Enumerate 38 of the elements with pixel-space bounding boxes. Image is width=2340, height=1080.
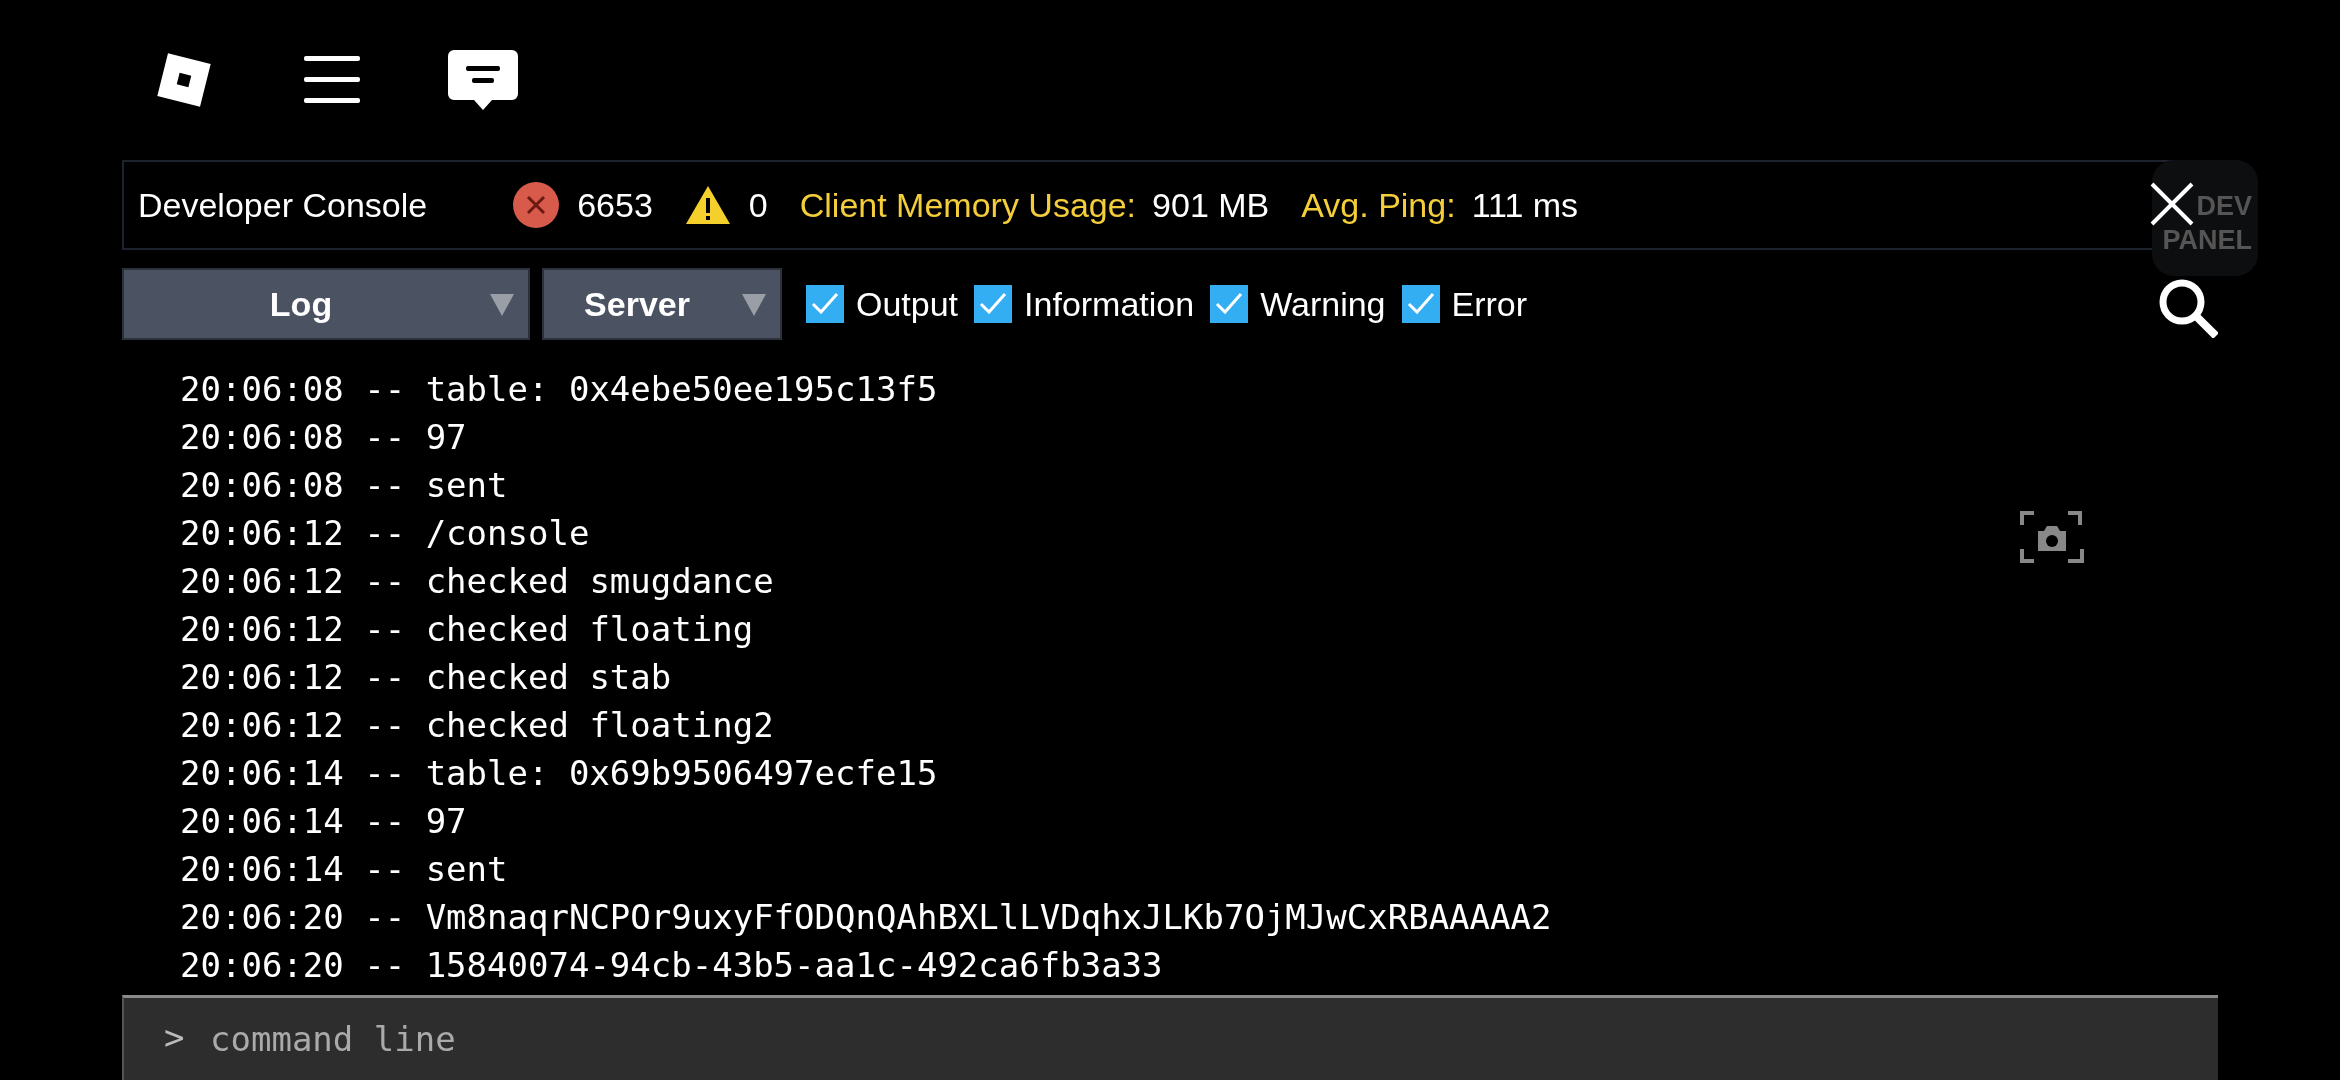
stat-value: 901 MB <box>1152 185 1270 225</box>
log-line: 20:06:12 -- checked floating2 <box>180 704 774 747</box>
checkbox[interactable] <box>974 285 1013 323</box>
checkbox[interactable] <box>1210 285 1249 323</box>
caret-icon <box>490 294 514 316</box>
checkbox-label: Error <box>1451 284 1528 324</box>
log-line: 20:06:12 -- /console <box>180 512 590 555</box>
chat-icon[interactable] <box>448 50 518 110</box>
stat-value: 111 ms <box>1471 185 1579 225</box>
error-icon <box>513 182 560 228</box>
error-count: 6653 <box>577 185 653 225</box>
checkbox[interactable] <box>1401 285 1440 323</box>
stat-label: Client Memory Usage: <box>799 185 1137 225</box>
log-line: 20:06:08 -- table: 0x4ebe50ee195c13f5 <box>180 368 938 411</box>
console-title: Developer Console <box>138 185 428 225</box>
log-line: 20:06:12 -- checked stab <box>180 656 672 699</box>
camera-icon[interactable] <box>2020 511 2084 563</box>
warning-icon <box>684 184 731 226</box>
dropdown[interactable]: Server <box>542 268 782 340</box>
log-line: 20:06:12 -- checked floating <box>180 608 754 651</box>
checkbox-label: Output <box>856 284 959 324</box>
log-line: 20:06:20 -- Vm8naqrNCPOr9uxyFfODQnQAhBXLlLVDqhxJLKb7OjMJwCxRBAAAAA2 <box>180 896 1552 939</box>
caret-icon <box>742 294 766 316</box>
log-line: 20:06:14 -- sent <box>180 848 508 891</box>
log-line: 20:06:14 -- 97 <box>180 800 467 843</box>
close-button[interactable] <box>2150 182 2194 226</box>
stat-label: Avg. Ping: <box>1301 185 1456 225</box>
log-line: 20:06:12 -- checked smugdance <box>180 560 774 603</box>
log-line: 20:06:14 -- table: 0x69b9506497ecfe15 <box>180 752 938 795</box>
dropdown[interactable]: Log <box>122 268 530 340</box>
prompt-sign: > <box>164 1017 185 1057</box>
checkbox-label: Warning <box>1260 284 1386 324</box>
log-line: 20:06:08 -- 97 <box>180 416 467 459</box>
log-line: 20:06:20 -- 15840074-94cb-43b5-aa1c-492ca6fb3a33 <box>180 944 1163 987</box>
checkbox-label: Information <box>1024 284 1195 324</box>
log-line: 20:06:08 -- sent <box>180 464 508 507</box>
warning-count: 0 <box>748 185 768 225</box>
checkbox[interactable] <box>806 285 844 323</box>
